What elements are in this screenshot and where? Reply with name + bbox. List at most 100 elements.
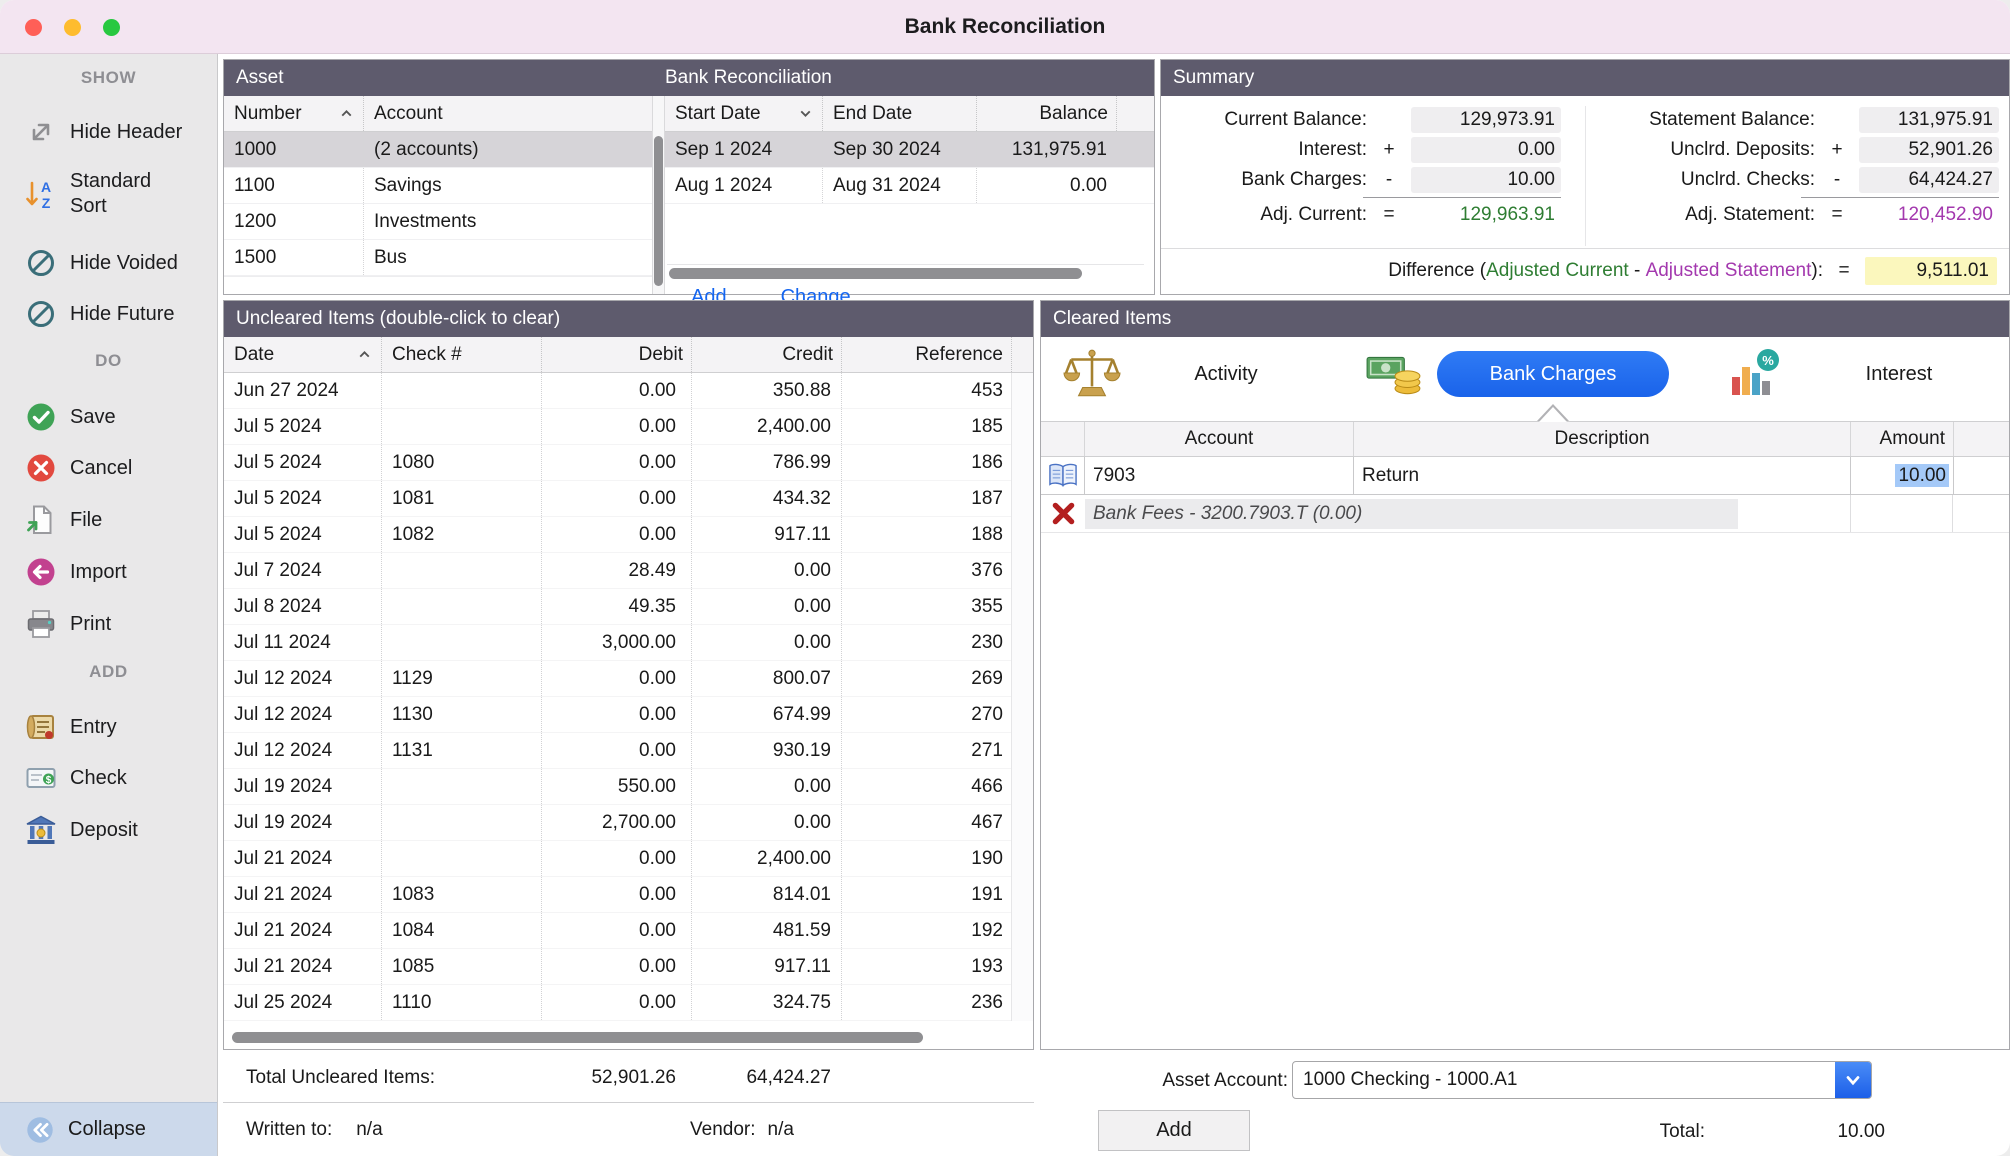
selected-amount-text: 10.00 — [1895, 464, 1949, 487]
bankrec-column-start-date[interactable]: Start Date — [665, 96, 823, 131]
balance-cell: 131,975.91 — [977, 139, 1117, 161]
uncleared-column-date[interactable]: Date — [224, 337, 382, 372]
cleared-column-description[interactable]: Description — [1354, 422, 1851, 456]
sidebar-item-standard-sort[interactable]: AZ Standard Sort — [0, 166, 217, 222]
tab-bank-charges[interactable]: Bank Charges — [1437, 351, 1669, 397]
reference-cell: 193 — [842, 949, 1012, 984]
current-balance-label: Current Balance: — [1175, 109, 1367, 131]
written-to-value: n/a — [356, 1119, 382, 1141]
tab-interest[interactable]: Interest — [1829, 351, 1969, 397]
sidebar-item-print[interactable]: Print — [0, 602, 217, 646]
check-number-cell — [382, 805, 542, 840]
uncleared-row[interactable]: Jul 12 2024 1130 0.00 674.99 270 — [224, 697, 1033, 733]
bank-charge-row[interactable]: 7903 Return 10.00 — [1041, 457, 2009, 495]
debit-cell: 0.00 — [542, 517, 692, 552]
uncleared-row[interactable]: Jul 21 2024 1084 0.00 481.59 192 — [224, 913, 1033, 949]
asset-account-dropdown[interactable]: 1000 Checking - 1000.A1 — [1292, 1061, 1872, 1099]
end-date-cell: Aug 31 2024 — [823, 168, 977, 203]
bankrec-column-end-date[interactable]: End Date — [823, 96, 977, 131]
asset-column-number[interactable]: Number — [224, 96, 364, 131]
asset-scrollbar-thumb[interactable] — [654, 136, 663, 286]
uncleared-row[interactable]: Jul 21 2024 0.00 2,400.00 190 — [224, 841, 1033, 877]
bank-fees-note-row[interactable]: Bank Fees - 3200.7903.T (0.00) — [1041, 495, 2009, 533]
asset-number-cell: 1200 — [224, 204, 364, 239]
collapse-label: Collapse — [68, 1118, 146, 1141]
date-cell: Jul 21 2024 — [224, 913, 382, 948]
bankrec-row[interactable]: Aug 1 2024 Aug 31 2024 0.00 — [665, 168, 1154, 204]
asset-vertical-scrollbar[interactable] — [652, 96, 665, 294]
uncleared-row[interactable]: Jul 19 2024 2,700.00 0.00 467 — [224, 805, 1033, 841]
uncleared-row[interactable]: Jul 12 2024 1131 0.00 930.19 271 — [224, 733, 1033, 769]
uncleared-horizontal-scrollbar[interactable] — [228, 1031, 1003, 1044]
uncleared-row[interactable]: Jul 19 2024 550.00 0.00 466 — [224, 769, 1033, 805]
asset-row[interactable]: 1500 Bus — [224, 240, 652, 276]
bankrec-column-balance[interactable]: Balance — [977, 96, 1117, 131]
uncleared-row[interactable]: Jul 8 2024 49.35 0.00 355 — [224, 589, 1033, 625]
unclrd-deposits-label: Unclrd. Deposits: — [1621, 139, 1815, 161]
sidebar-item-save[interactable]: Save — [0, 395, 217, 439]
uncleared-panel-header: Uncleared Items (double-click to clear) — [224, 301, 1033, 337]
cleared-column-account[interactable]: Account — [1085, 422, 1354, 456]
uncleared-column-debit[interactable]: Debit — [542, 337, 692, 372]
uncleared-column-reference[interactable]: Reference — [842, 337, 1012, 372]
credit-cell: 0.00 — [692, 553, 842, 588]
delete-x-icon[interactable] — [1050, 500, 1077, 527]
sidebar-item-file[interactable]: File — [0, 498, 217, 542]
charge-account-cell[interactable]: 7903 — [1085, 457, 1354, 494]
uncleared-row[interactable]: Jul 21 2024 1085 0.00 917.11 193 — [224, 949, 1033, 985]
check-number-cell — [382, 373, 542, 408]
credit-cell: 2,400.00 — [692, 409, 842, 444]
debit-cell: 0.00 — [542, 661, 692, 696]
sidebar-item-entry[interactable]: Entry — [0, 705, 217, 749]
difference-adjusted-statement: Adjusted Statement — [1646, 260, 1812, 282]
cleared-column-amount[interactable]: Amount — [1851, 422, 1954, 456]
dropdown-button[interactable] — [1835, 1062, 1871, 1098]
sidebar-item-hide-header[interactable]: Hide Header — [0, 110, 217, 154]
cancel-icon — [24, 451, 58, 485]
charge-description-cell[interactable]: Return — [1354, 457, 1851, 494]
window-title: Bank Reconciliation — [0, 0, 2010, 54]
uncleared-column-check[interactable]: Check # — [382, 337, 542, 372]
sidebar-item-cancel[interactable]: Cancel — [0, 446, 217, 490]
bankrec-horizontal-scrollbar[interactable] — [667, 264, 1144, 278]
adj-current-label: Adj. Current: — [1175, 204, 1367, 226]
tab-activity[interactable]: Activity — [1161, 351, 1291, 397]
uncleared-row[interactable]: Jul 11 2024 3,000.00 0.00 230 — [224, 625, 1033, 661]
uncleared-row[interactable]: Jul 5 2024 0.00 2,400.00 185 — [224, 409, 1033, 445]
asset-row[interactable]: 1200 Investments — [224, 204, 652, 240]
uncleared-column-credit[interactable]: Credit — [692, 337, 842, 372]
sidebar-collapse-button[interactable]: Collapse — [0, 1102, 217, 1156]
adj-current-op: = — [1367, 204, 1411, 226]
reference-cell: 191 — [842, 877, 1012, 912]
sidebar-item-import[interactable]: Import — [0, 550, 217, 594]
asset-column-account[interactable]: Account — [364, 96, 652, 131]
interest-chart-icon: % — [1727, 347, 1781, 401]
sidebar-item-hide-future[interactable]: Hide Future — [0, 292, 217, 336]
uncleared-row[interactable]: Jul 5 2024 1081 0.00 434.32 187 — [224, 481, 1033, 517]
asset-row[interactable]: 1100 Savings — [224, 168, 652, 204]
add-charge-button[interactable]: Add — [1098, 1110, 1250, 1151]
uncleared-row[interactable]: Jul 7 2024 28.49 0.00 376 — [224, 553, 1033, 589]
sidebar-item-hide-voided[interactable]: Hide Voided — [0, 241, 217, 285]
uncleared-vertical-scrollbar[interactable] — [1011, 373, 1033, 1021]
uncleared-scrollbar-thumb[interactable] — [232, 1032, 923, 1043]
sidebar-section-do: DO — [0, 351, 217, 371]
check-number-cell: 1083 — [382, 877, 542, 912]
sidebar: SHOW Hide Header AZ Standard Sort Hide V… — [0, 54, 218, 1156]
uncleared-row[interactable]: Jul 25 2024 1110 0.00 324.75 236 — [224, 985, 1033, 1021]
charge-amount-cell[interactable]: 10.00 — [1851, 457, 1954, 494]
bankrec-row[interactable]: Sep 1 2024 Sep 30 2024 131,975.91 — [665, 132, 1154, 168]
sidebar-item-check[interactable]: $ Check — [0, 756, 217, 800]
uncleared-table-header: Date Check # Debit Credit Reference — [224, 337, 1033, 373]
uncleared-totals-label: Total Uncleared Items: — [246, 1060, 435, 1096]
uncleared-row[interactable]: Jun 27 2024 0.00 350.88 453 — [224, 373, 1033, 409]
uncleared-row[interactable]: Jul 5 2024 1082 0.00 917.11 188 — [224, 517, 1033, 553]
uncleared-row[interactable]: Jul 5 2024 1080 0.00 786.99 186 — [224, 445, 1033, 481]
debit-cell: 0.00 — [542, 877, 692, 912]
asset-row[interactable]: 1000 (2 accounts) — [224, 132, 652, 168]
bankrec-scrollbar-thumb[interactable] — [669, 268, 1082, 279]
sidebar-item-deposit[interactable]: Deposit — [0, 808, 217, 852]
reference-cell: 186 — [842, 445, 1012, 480]
uncleared-row[interactable]: Jul 12 2024 1129 0.00 800.07 269 — [224, 661, 1033, 697]
uncleared-row[interactable]: Jul 21 2024 1083 0.00 814.01 191 — [224, 877, 1033, 913]
